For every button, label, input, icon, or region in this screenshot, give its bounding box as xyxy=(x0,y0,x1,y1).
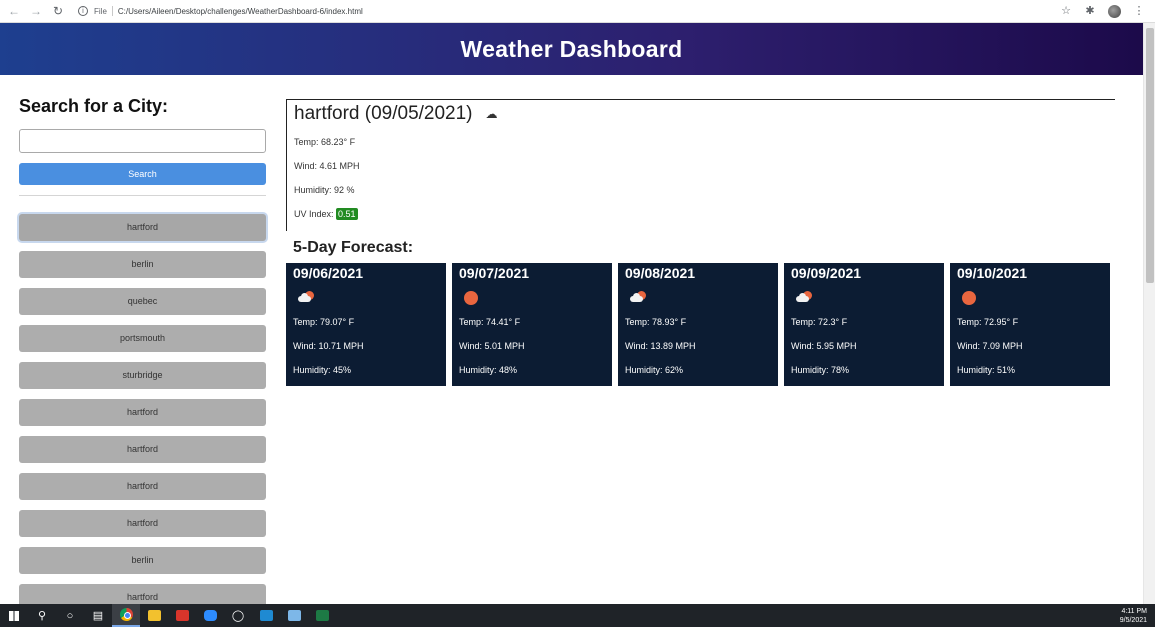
star-icon[interactable]: ☆ xyxy=(1060,5,1072,17)
search-sidebar: Search for a City: Search hartford berli… xyxy=(19,96,266,621)
forecast-temp: Temp: 79.07° F xyxy=(293,317,355,327)
media-app-icon[interactable] xyxy=(168,604,196,627)
forecast-card: 09/08/2021 Temp: 78.93° F Wind: 13.89 MP… xyxy=(618,263,778,386)
forecast-temp: Temp: 78.93° F xyxy=(625,317,687,327)
windows-taskbar: ⚲ ○ ▤ ◯ 4:11 PM 9/5/2021 xyxy=(0,604,1155,627)
history-city-button[interactable]: sturbridge xyxy=(19,362,266,389)
history-city-button[interactable]: berlin xyxy=(19,251,266,278)
forecast-wind: Wind: 7.09 MPH xyxy=(957,341,1023,351)
history-city-button[interactable]: portsmouth xyxy=(19,325,266,352)
forecast-wind: Wind: 5.01 MPH xyxy=(459,341,525,351)
page-scrollbar[interactable] xyxy=(1143,23,1155,604)
excel-icon[interactable] xyxy=(308,604,336,627)
current-weather-title: hartford (09/05/2021) ☁ xyxy=(294,103,502,125)
search-icon[interactable]: ⚲ xyxy=(28,604,56,627)
clock-time: 4:11 PM xyxy=(1121,607,1147,615)
current-weather-panel: hartford (09/05/2021) ☁ Temp: 68.23° F W… xyxy=(286,99,1115,231)
system-clock[interactable]: 4:11 PM 9/5/2021 xyxy=(1120,607,1155,625)
info-icon[interactable]: i xyxy=(78,6,88,16)
forecast-date: 09/07/2021 xyxy=(459,265,530,281)
search-history-list: hartford berlin quebec portsmouth sturbr… xyxy=(19,214,266,611)
menu-dots-icon[interactable]: ⋮ xyxy=(1133,5,1145,17)
forecast-humidity: Humidity: 45% xyxy=(293,365,352,375)
avatar[interactable] xyxy=(1108,4,1121,18)
history-city-button[interactable]: hartford xyxy=(19,436,266,463)
uv-badge: 0.51 xyxy=(336,208,358,220)
city-search-input[interactable] xyxy=(19,129,266,153)
forecast-wind: Wind: 5.95 MPH xyxy=(791,341,857,351)
sun-icon xyxy=(463,290,479,306)
notepad-icon[interactable] xyxy=(280,604,308,627)
cloud-sun-icon xyxy=(297,290,314,306)
forecast-cards: 09/06/2021 Temp: 79.07° F Wind: 10.71 MP… xyxy=(286,263,1110,386)
back-arrow-icon[interactable]: ← xyxy=(6,3,22,19)
forecast-humidity: Humidity: 78% xyxy=(791,365,850,375)
forecast-card: 09/07/2021 Temp: 74.41° F Wind: 5.01 MPH… xyxy=(452,263,612,386)
history-city-button[interactable]: hartford xyxy=(19,399,266,426)
vscode-icon[interactable] xyxy=(252,604,280,627)
windows-start-icon[interactable] xyxy=(0,604,28,627)
sun-icon xyxy=(961,290,977,306)
history-city-button[interactable]: hartford xyxy=(19,214,266,241)
forecast-card: 09/06/2021 Temp: 79.07° F Wind: 10.71 MP… xyxy=(286,263,446,386)
url-separator xyxy=(111,6,113,16)
current-uv-index: UV Index: 0.51 xyxy=(294,208,358,220)
forecast-humidity: Humidity: 62% xyxy=(625,365,684,375)
task-view-icon[interactable]: ▤ xyxy=(84,604,112,627)
current-temp: Temp: 68.23° F xyxy=(294,137,356,147)
forecast-date: 09/06/2021 xyxy=(293,265,364,281)
current-wind: Wind: 4.61 MPH xyxy=(294,161,360,171)
history-city-button[interactable]: berlin xyxy=(19,547,266,574)
chrome-icon[interactable] xyxy=(112,604,140,627)
clock-date: 9/5/2021 xyxy=(1119,616,1147,624)
forecast-card: 09/09/2021 Temp: 72.3° F Wind: 5.95 MPH … xyxy=(784,263,944,386)
current-humidity: Humidity: 92 % xyxy=(294,185,355,195)
forecast-card: 09/10/2021 Temp: 72.95° F Wind: 7.09 MPH… xyxy=(950,263,1110,386)
history-city-button[interactable]: quebec xyxy=(19,288,266,315)
forecast-temp: Temp: 72.95° F xyxy=(957,317,1019,327)
cloud-sun-icon xyxy=(629,290,646,306)
forecast-temp: Temp: 74.41° F xyxy=(459,317,521,327)
forecast-wind: Wind: 10.71 MPH xyxy=(293,341,364,351)
address-bar[interactable]: C:/Users/Aileen/Desktop/challenges/Weath… xyxy=(118,7,363,16)
divider xyxy=(19,195,266,196)
app-header: Weather Dashboard xyxy=(0,23,1143,75)
file-explorer-icon[interactable] xyxy=(140,604,168,627)
url-scheme: File xyxy=(94,6,107,16)
history-city-button[interactable]: hartford xyxy=(19,510,266,537)
history-city-button[interactable]: hartford xyxy=(19,473,266,500)
reload-icon[interactable]: ↻ xyxy=(50,3,66,19)
forecast-humidity: Humidity: 48% xyxy=(459,365,518,375)
zoom-icon[interactable] xyxy=(196,604,224,627)
uv-label: UV Index: xyxy=(294,209,334,219)
page-title: Weather Dashboard xyxy=(460,35,683,62)
forecast-wind: Wind: 13.89 MPH xyxy=(625,341,696,351)
search-button[interactable]: Search xyxy=(19,163,266,185)
browser-toolbar: ← → ↻ i File C:/Users/Aileen/Desktop/cha… xyxy=(0,0,1155,23)
search-heading: Search for a City: xyxy=(19,96,169,116)
forecast-date: 09/08/2021 xyxy=(625,265,696,281)
forecast-temp: Temp: 72.3° F xyxy=(791,317,848,327)
forecast-humidity: Humidity: 51% xyxy=(957,365,1016,375)
cortana-icon[interactable]: ○ xyxy=(56,604,84,627)
cloud-sun-icon xyxy=(795,290,812,306)
forecast-date: 09/09/2021 xyxy=(791,265,862,281)
forward-arrow-icon[interactable]: → xyxy=(28,3,44,19)
city-date-heading: hartford (09/05/2021) xyxy=(294,103,473,124)
globe-icon[interactable]: ◯ xyxy=(224,604,252,627)
forecast-date: 09/10/2021 xyxy=(957,265,1028,281)
cloud-icon: ☁ xyxy=(485,107,498,121)
forecast-heading: 5-Day Forecast: xyxy=(293,239,414,256)
extensions-icon[interactable]: ✱ xyxy=(1084,5,1096,17)
scrollbar-thumb[interactable] xyxy=(1146,28,1154,283)
